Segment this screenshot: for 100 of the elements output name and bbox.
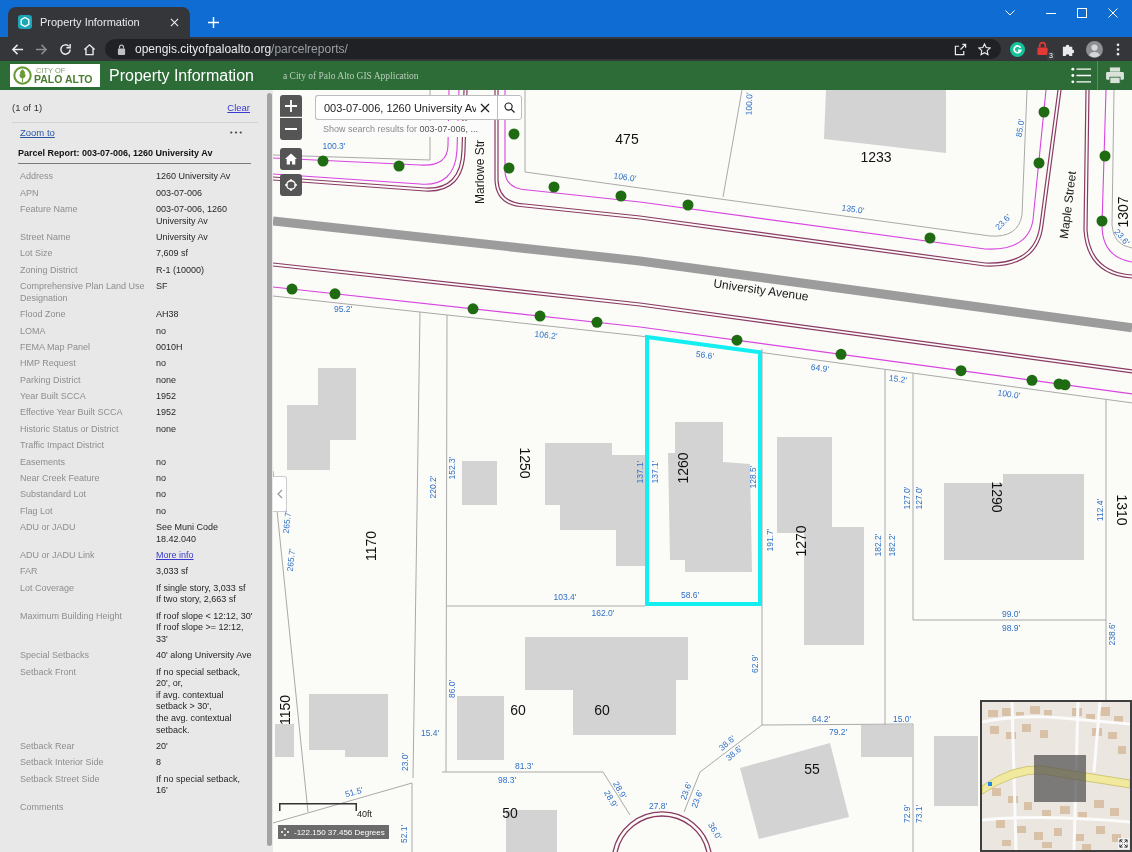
menu-icon[interactable] [1116,42,1120,56]
chevron-left-icon [276,489,283,499]
dimension-label: 112.4' [1095,498,1105,522]
point-marker-icon[interactable] [1033,157,1045,169]
dimension-label: 79.2' [828,727,848,737]
field-value: 003-07-006 [156,187,204,200]
dimension-label: 64.2' [811,714,831,724]
scrollbar-thumb[interactable] [267,93,272,846]
dimension-label: 27.8' [648,801,668,811]
field-label: FAR [20,566,39,578]
point-marker-icon[interactable] [503,162,515,174]
field-label: Year Built SCCA [20,391,87,403]
dimension-label: 238.6' [1107,622,1117,646]
star-icon[interactable] [978,42,991,56]
point-marker-icon[interactable] [1099,150,1111,162]
zoom-out-button[interactable] [280,118,302,140]
field-label: Street Name [20,232,72,244]
field-label: Special Setbacks [20,650,91,662]
forward-arrow-icon [34,42,48,56]
app-title: Property Information [109,66,254,85]
field-label: ADU or JADU Link [20,550,96,562]
ring-extension-icon[interactable] [1010,41,1025,57]
dimension-label: 182.2' [873,533,883,557]
point-marker-icon[interactable] [467,303,479,315]
field-value: 1952 [156,391,178,403]
lock-extension-icon[interactable] [1035,41,1050,56]
address-number: 1260 [675,452,691,484]
point-marker-icon[interactable] [615,190,627,202]
share-icon[interactable] [954,42,967,56]
zoom-to-link[interactable]: Zoom to [20,127,55,138]
point-marker-icon[interactable] [682,199,694,211]
field-value: 0010H [156,341,184,354]
default-extent-button[interactable] [280,148,302,170]
expand-overview-button[interactable] [1118,838,1129,849]
point-marker-icon[interactable] [731,334,743,346]
clear-link[interactable]: Clear [227,101,250,113]
field-value: AH38 [156,309,180,321]
point-marker-icon[interactable] [1038,106,1050,118]
dimension-label: 127.0' [914,486,924,510]
dimension-label: 99.0' [1001,609,1021,619]
dimension-label: 135.0' [840,202,866,216]
search-button[interactable] [497,95,522,120]
point-marker-icon[interactable] [393,160,405,172]
dimension-label: 62.9' [750,654,760,674]
coordinates-button[interactable]: -122.150 37.456 Degrees [278,825,389,839]
locate-button[interactable] [280,174,302,196]
dimension-label: 182.2' [887,533,897,557]
dimension-label: 162.0' [591,608,615,618]
lock-icon [117,43,126,55]
point-marker-icon[interactable] [1026,374,1038,386]
address-number: 1250 [517,447,533,479]
browser-tab[interactable]: Property Information [8,7,190,37]
field-value: no [156,489,167,501]
dimension-label: 265.7' [280,510,294,534]
point-marker-icon[interactable] [329,288,341,300]
field-label: Setback Street Side [20,773,101,786]
tree-emblem-icon [13,66,32,85]
point-marker-icon[interactable] [1059,379,1071,391]
point-marker-icon[interactable] [955,365,967,377]
address-number: 1290 [989,481,1005,513]
field-value: If roof slope < 12:12, 30' If roof slope >= 12:12, 33' [156,610,254,646]
more-options-button[interactable] [229,129,243,136]
point-marker-icon[interactable] [924,232,936,244]
field-label: Substandard Lot [20,489,88,501]
field-label: Flood Zone [20,309,67,321]
address-number: 1150 [277,694,293,726]
field-value: If no special setback, 20', or, if avg. contextual setback > 30', the avg. contextual setback. [156,666,242,737]
point-marker-icon[interactable] [508,128,520,140]
field-link[interactable]: More info [156,550,194,562]
dimension-label: 72.9' [902,804,912,824]
field-label: LOMA [20,325,47,338]
dimension-label: 220.2' [428,475,438,499]
address-bar[interactable]: opengis.cityofpaloalto.org/parcelreports/ [105,39,1001,59]
search-icon [504,102,515,113]
report-title: Parcel Report: 003-07-006, 1260 University Av [17,147,214,158]
dimension-label: 127.0' [902,486,912,510]
point-marker-icon[interactable] [286,283,298,295]
point-marker-icon[interactable] [317,155,329,167]
point-marker-icon[interactable] [591,316,603,328]
field-value: University Av [156,232,209,244]
avatar-icon[interactable] [1086,40,1103,58]
favicon-icon [18,15,32,29]
point-marker-icon[interactable] [835,348,847,360]
list-icon [1071,67,1091,84]
point-marker-icon[interactable] [1096,215,1108,227]
field-value: 3,033 sf [156,566,190,578]
field-value: no [156,358,167,370]
point-marker-icon[interactable] [548,181,560,193]
close-icon [169,17,179,27]
back-arrow-icon [10,42,24,56]
point-marker-icon[interactable] [534,310,546,322]
dimension-label: 100.3' [322,141,346,151]
map-canvas[interactable] [273,90,1132,852]
zoom-in-button[interactable] [280,95,302,117]
dimension-label: 85.0' [1013,118,1027,138]
dimension-label: 103.4' [553,592,577,602]
field-value: 8 [156,757,162,769]
field-label: Setback Interior Side [20,757,105,769]
street-name: Marlowe Str [473,140,487,204]
address-number: 55 [804,761,820,777]
